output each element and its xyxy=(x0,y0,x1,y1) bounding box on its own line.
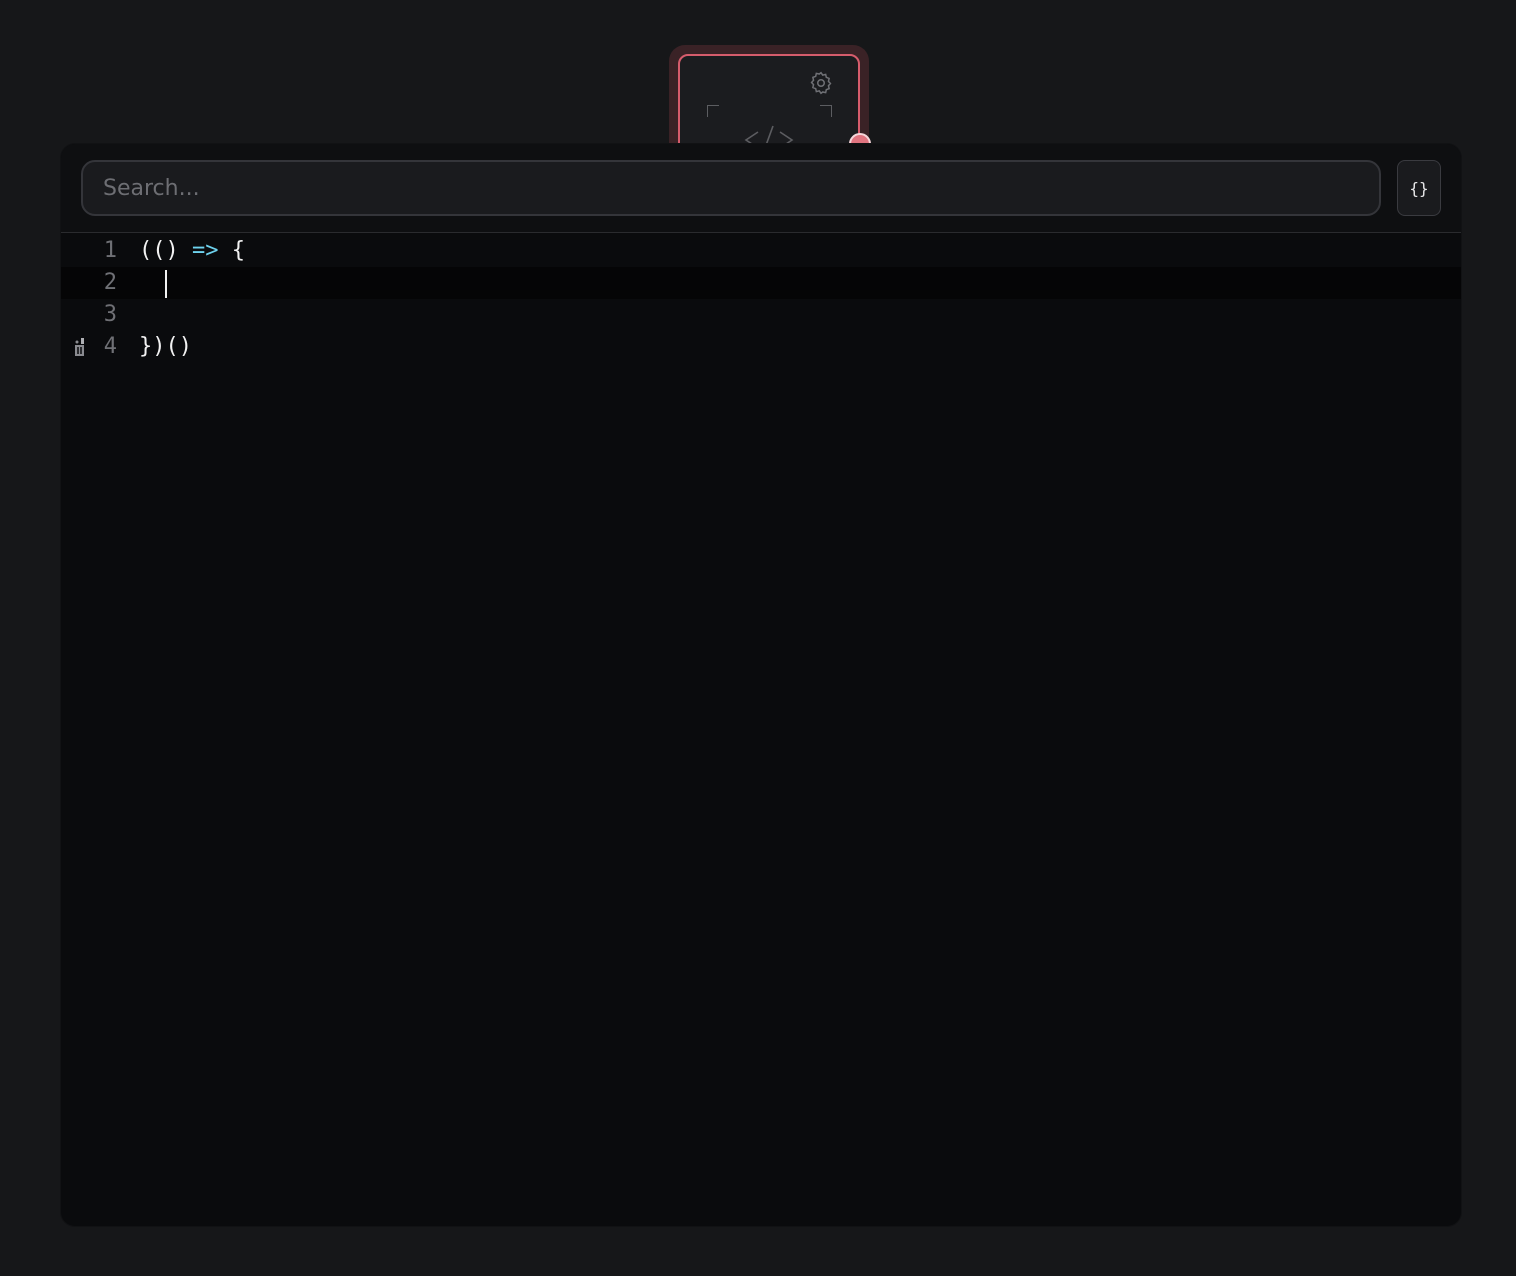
canvas: {} 1 (() => { 2 3 xyxy=(0,0,1516,1276)
code-line[interactable]: 4 })() xyxy=(61,331,1461,363)
line-text: (() => { xyxy=(139,235,245,267)
line-number: 4 xyxy=(103,334,117,359)
code-token-arrow: => xyxy=(192,238,219,263)
code-line-active[interactable]: 2 xyxy=(61,267,1461,299)
lint-marker-icon[interactable] xyxy=(73,336,87,358)
code-line[interactable]: 1 (() => { xyxy=(61,235,1461,267)
corner-bracket-icon xyxy=(707,105,719,117)
code-editor[interactable]: 1 (() => { 2 3 4})() xyxy=(61,235,1461,1215)
corner-bracket-icon xyxy=(820,105,832,117)
editor-header: {} xyxy=(61,144,1461,233)
code-editor-panel: {} 1 (() => { 2 3 xyxy=(61,144,1461,1226)
format-json-button[interactable]: {} xyxy=(1397,160,1441,216)
gear-icon[interactable] xyxy=(808,70,834,96)
line-text xyxy=(139,267,166,299)
line-number: 2 xyxy=(103,270,117,295)
text-cursor xyxy=(165,270,167,298)
line-number: 3 xyxy=(103,302,117,327)
line-number: 1 xyxy=(103,238,117,263)
code-token-brace: { xyxy=(231,238,245,263)
search-input[interactable] xyxy=(81,160,1381,216)
code-token-paren: (() xyxy=(139,238,179,263)
code-line[interactable]: 3 xyxy=(61,299,1461,331)
line-text: })() xyxy=(139,334,192,359)
